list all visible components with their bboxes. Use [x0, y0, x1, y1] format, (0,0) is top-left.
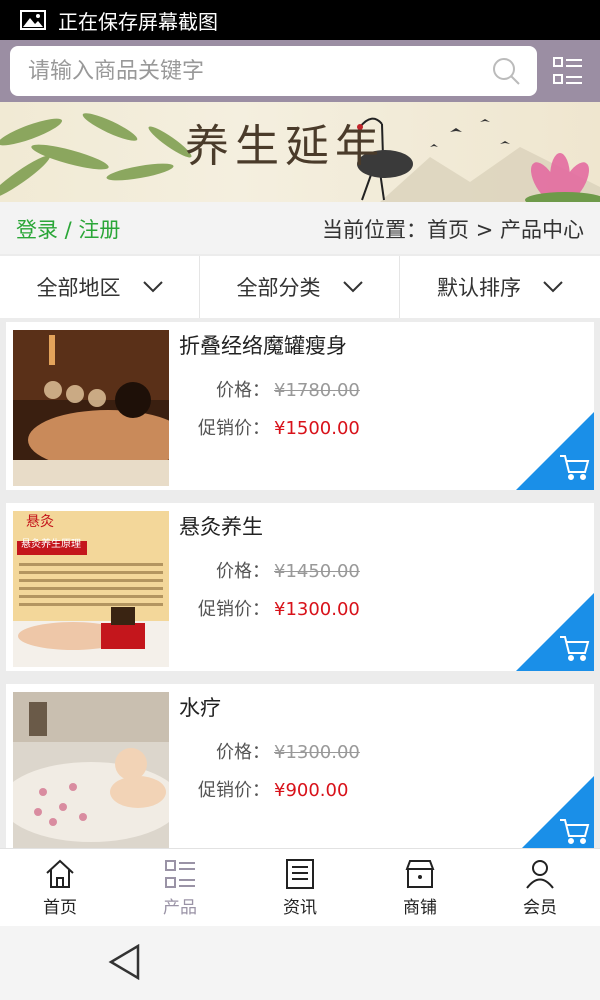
add-to-cart-button[interactable]: [516, 593, 594, 671]
shop-icon: [405, 860, 435, 888]
image-caption-title: 悬灸: [26, 514, 54, 530]
add-to-cart-button[interactable]: [516, 776, 594, 848]
login-location-row: 登录 / 注册 当前位置：首页 > 产品中心: [0, 202, 600, 254]
category-menu-icon[interactable]: [552, 55, 584, 87]
product-image: [13, 330, 169, 486]
promo-row: 促销价： ¥900.00: [198, 776, 348, 802]
filter-category[interactable]: 全部分类: [200, 256, 400, 318]
add-to-cart-button[interactable]: [516, 412, 594, 490]
nav-label: 会员: [523, 898, 557, 918]
nav-news[interactable]: 资讯: [240, 849, 360, 927]
original-price: ¥1300.00: [274, 742, 360, 763]
nav-label: 首页: [43, 898, 77, 918]
product-name[interactable]: 折叠经络魔罐瘦身: [179, 330, 347, 360]
price-label: 价格：: [216, 742, 270, 763]
promo-row: 促销价： ¥1500.00: [198, 414, 360, 440]
list-icon: [165, 860, 195, 888]
status-text: 正在保存屏幕截图: [58, 9, 218, 34]
price-label: 价格：: [216, 380, 270, 401]
price-row: 价格： ¥1300.00: [216, 738, 360, 764]
banner-calligraphy: 养生延年: [185, 121, 385, 172]
price-row: 价格： ¥1450.00: [216, 557, 360, 583]
promo-label: 促销价：: [198, 780, 270, 801]
nav-home[interactable]: 首页: [0, 849, 120, 927]
original-price: ¥1780.00: [274, 380, 360, 401]
filter-label: 全部分类: [236, 276, 321, 300]
promo-price: ¥1300.00: [274, 599, 360, 620]
nav-label: 产品: [163, 898, 197, 918]
search-icon[interactable]: [491, 56, 521, 86]
breadcrumb: 当前位置：首页 > 产品中心: [322, 218, 584, 242]
promo-label: 促销价：: [198, 418, 270, 439]
product-card[interactable]: 水疗 价格： ¥1300.00 促销价： ¥900.00: [6, 684, 594, 848]
home-icon: [46, 859, 74, 888]
user-icon: [526, 860, 554, 889]
search-box[interactable]: [10, 46, 537, 96]
image-icon: [20, 10, 46, 30]
filter-bar: 全部地区 全部分类 默认排序: [0, 256, 600, 318]
promo-label: 促销价：: [198, 599, 270, 620]
filter-region[interactable]: 全部地区: [0, 256, 200, 318]
product-card[interactable]: 折叠经络魔罐瘦身 价格： ¥1780.00 促销价： ¥1500.00: [6, 322, 594, 490]
nav-shop[interactable]: 商铺: [360, 849, 480, 927]
nav-label: 商铺: [403, 898, 437, 918]
image-caption-subtitle: 悬灸养生原理: [21, 539, 81, 550]
price-row: 价格： ¥1780.00: [216, 376, 360, 402]
original-price: ¥1450.00: [274, 561, 360, 582]
system-nav-bar: [0, 926, 600, 1000]
product-image: [13, 692, 169, 848]
nav-label: 资讯: [283, 898, 317, 918]
promo-row: 促销价： ¥1300.00: [198, 595, 360, 621]
filter-label: 默认排序: [437, 276, 521, 300]
chevron-down-icon: [142, 281, 163, 293]
search-input[interactable]: [26, 57, 470, 85]
status-bar: 正在保存屏幕截图: [0, 0, 600, 40]
back-icon[interactable]: [108, 944, 142, 980]
promo-price: ¥900.00: [274, 780, 349, 801]
nav-products[interactable]: 产品: [120, 849, 240, 927]
chevron-down-icon: [342, 281, 363, 293]
bottom-nav: 首页 产品 资讯 商铺 会员: [0, 848, 600, 927]
product-name[interactable]: 水疗: [179, 692, 221, 722]
filter-label: 全部地区: [36, 276, 121, 300]
chevron-down-icon: [543, 281, 563, 293]
promo-price: ¥1500.00: [274, 418, 360, 439]
product-name[interactable]: 悬灸养生: [179, 511, 263, 541]
news-icon: [286, 859, 314, 889]
nav-member[interactable]: 会员: [480, 849, 600, 927]
login-register-link[interactable]: 登录 / 注册: [16, 214, 120, 244]
product-card[interactable]: 悬灸 悬灸养生原理 悬灸养生 价格： ¥1450.00 促销价： ¥1300.00: [6, 503, 594, 671]
filter-sort[interactable]: 默认排序: [400, 256, 600, 318]
banner-image[interactable]: 养生延年: [0, 102, 600, 202]
price-label: 价格：: [216, 561, 270, 582]
